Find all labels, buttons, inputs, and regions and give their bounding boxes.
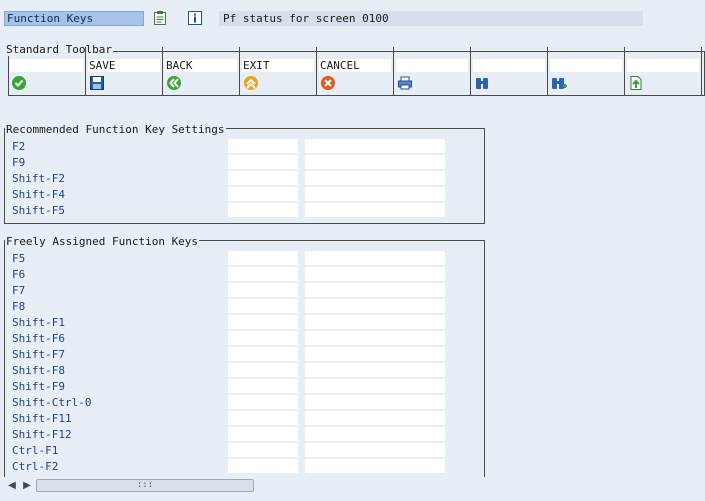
function-code-input[interactable]	[228, 347, 298, 362]
function-code-input[interactable]	[228, 251, 298, 266]
function-text-input[interactable]	[305, 171, 445, 186]
function-code-input[interactable]	[228, 267, 298, 282]
key-label: F7	[12, 284, 26, 297]
page-up-icon	[628, 75, 644, 91]
function-text-input[interactable]	[305, 203, 445, 218]
toolbar-cell-label[interactable]	[10, 59, 83, 72]
function-code-input[interactable]	[228, 187, 298, 202]
function-code-input[interactable]	[228, 395, 298, 410]
function-text-input[interactable]	[305, 347, 445, 362]
key-label: Shift-F7	[12, 348, 65, 361]
function-code-input[interactable]	[228, 299, 298, 314]
recommended-keys-title: Recommended Function Key Settings	[5, 123, 226, 136]
key-label: F2	[12, 140, 26, 153]
toolbar-divider	[701, 47, 702, 96]
toolbar-cell-print[interactable]	[393, 47, 470, 96]
key-label: F5	[12, 252, 26, 265]
function-text-input[interactable]	[305, 395, 445, 410]
key-label: Ctrl-F2	[12, 460, 59, 473]
toolbar-cell-label[interactable]: SAVE	[88, 59, 160, 72]
find-icon	[474, 75, 490, 91]
function-text-input[interactable]	[305, 283, 445, 298]
key-label: Shift-F9	[12, 380, 65, 393]
info-icon[interactable]	[187, 10, 203, 26]
toolbar-cell-enter[interactable]	[8, 47, 85, 96]
cancel-icon	[320, 75, 336, 91]
key-label: Shift-F6	[12, 332, 65, 345]
scroll-left-icon[interactable]: ◀	[5, 479, 19, 492]
key-label: F8	[12, 300, 26, 313]
toolbar-cell-page[interactable]	[624, 47, 701, 96]
key-label: F9	[12, 156, 26, 169]
function-text-input[interactable]	[305, 363, 445, 378]
key-label: Shift-F11	[12, 412, 72, 425]
function-text-input[interactable]	[305, 267, 445, 282]
find-next-icon	[551, 75, 567, 91]
key-label: Shift-F12	[12, 428, 72, 441]
function-text-input[interactable]	[305, 443, 445, 458]
function-code-input[interactable]	[228, 283, 298, 298]
scrollbar-thumb[interactable]: :::	[36, 479, 254, 492]
key-label: Shift-F1	[12, 316, 65, 329]
function-text-input[interactable]	[305, 427, 445, 442]
toolbar-cell-label[interactable]	[550, 59, 622, 72]
function-text-input[interactable]	[305, 187, 445, 202]
toolbar-cell-label[interactable]: BACK	[165, 59, 237, 72]
check-icon	[11, 75, 27, 91]
key-label: Shift-F8	[12, 364, 65, 377]
function-code-input[interactable]	[228, 459, 298, 474]
toolbar-cell-find-next[interactable]	[547, 47, 624, 96]
function-text-input[interactable]	[305, 331, 445, 346]
exit-icon	[243, 75, 259, 91]
function-code-input[interactable]	[228, 331, 298, 346]
key-label: Shift-F5	[12, 204, 65, 217]
function-text-input[interactable]	[305, 299, 445, 314]
toolbar-cell-back[interactable]: BACK	[162, 47, 239, 96]
toolbar-cell-exit[interactable]: EXIT	[239, 47, 316, 96]
toolbar-cell-save[interactable]: SAVE	[85, 47, 162, 96]
function-code-input[interactable]	[228, 411, 298, 426]
key-label: Shift-F4	[12, 188, 65, 201]
toolbar-cell-label[interactable]	[627, 59, 699, 72]
function-code-input[interactable]	[228, 443, 298, 458]
print-icon	[397, 75, 413, 91]
toolbar-cell-label[interactable]: CANCEL	[319, 59, 391, 72]
back-icon	[166, 75, 182, 91]
toolbar-cell-label[interactable]: EXIT	[242, 59, 314, 72]
scroll-right-icon[interactable]: ▶	[20, 479, 34, 492]
object-type-field[interactable]: Function Keys	[4, 11, 144, 26]
toolbar-cell-cancel[interactable]: CANCEL	[316, 47, 393, 96]
function-text-input[interactable]	[305, 251, 445, 266]
key-label: Shift-F2	[12, 172, 65, 185]
key-label: F6	[12, 268, 26, 281]
function-code-input[interactable]	[228, 363, 298, 378]
function-text-input[interactable]	[305, 411, 445, 426]
status-description-field[interactable]: Pf status for screen 0100	[219, 11, 643, 26]
toolbar-cell-label[interactable]	[396, 59, 468, 72]
toolbar-cell-find[interactable]	[470, 47, 547, 96]
function-code-input[interactable]	[228, 427, 298, 442]
function-code-input[interactable]	[228, 203, 298, 218]
function-text-input[interactable]	[305, 139, 445, 154]
freely-assigned-keys-title: Freely Assigned Function Keys	[5, 235, 200, 248]
function-text-input[interactable]	[305, 379, 445, 394]
function-code-input[interactable]	[228, 379, 298, 394]
toolbar-cell-label[interactable]	[473, 59, 545, 72]
horizontal-scrollbar[interactable]: ◀ ▶ :::	[0, 477, 705, 494]
function-code-input[interactable]	[228, 155, 298, 170]
function-text-input[interactable]	[305, 315, 445, 330]
key-label: Ctrl-F1	[12, 444, 59, 457]
function-text-input[interactable]	[305, 459, 445, 474]
save-icon	[89, 75, 105, 91]
function-code-input[interactable]	[228, 315, 298, 330]
menu-painter-icon[interactable]	[152, 10, 168, 26]
function-code-input[interactable]	[228, 139, 298, 154]
function-text-input[interactable]	[305, 155, 445, 170]
key-label: Shift-Ctrl-0	[12, 396, 92, 409]
function-code-input[interactable]	[228, 171, 298, 186]
